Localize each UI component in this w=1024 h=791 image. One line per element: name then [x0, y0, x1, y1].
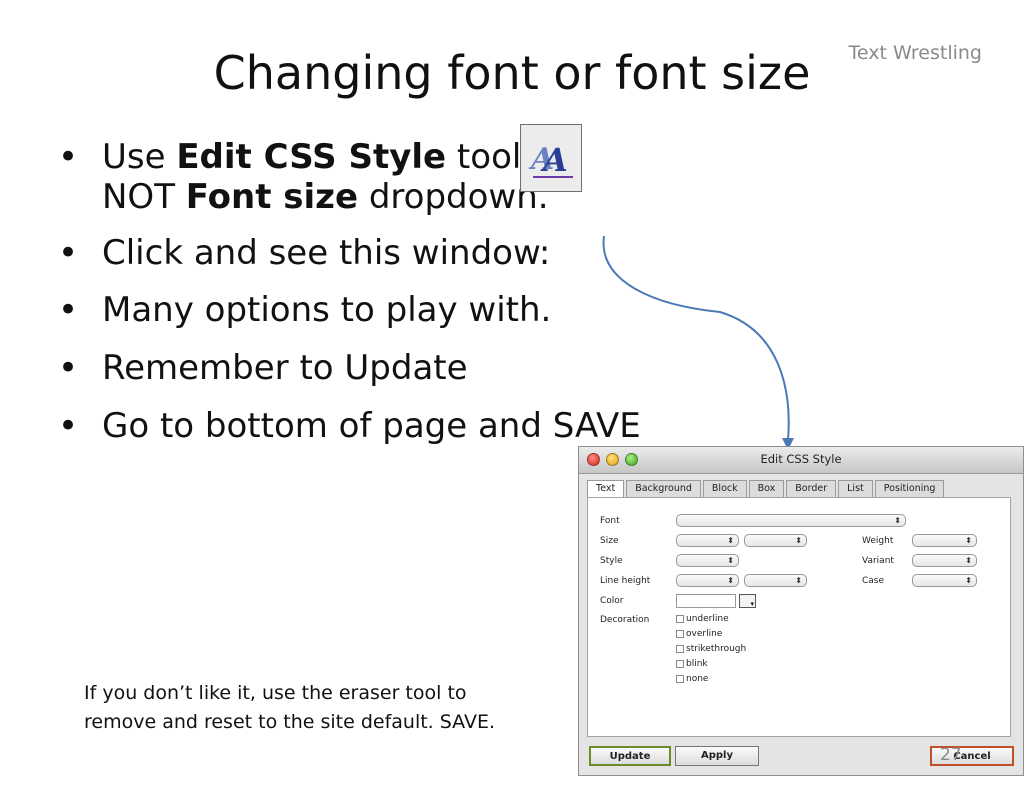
font-label: Font [600, 516, 620, 526]
style-select[interactable]: ⬍ [676, 554, 739, 567]
decoration-overline-checkbox[interactable]: overline [676, 629, 722, 639]
tab-box[interactable]: Box [748, 480, 785, 497]
decoration-strikethrough-checkbox[interactable]: strikethrough [676, 644, 746, 654]
decoration-none-checkbox[interactable]: none [676, 674, 708, 684]
color-input[interactable] [676, 594, 736, 608]
tab-background[interactable]: Background [626, 480, 701, 497]
select-arrow-icon: ⬍ [727, 576, 734, 585]
slide-number: 27 [940, 745, 962, 765]
weight-select[interactable]: ⬍ [912, 534, 977, 547]
line-height-label: Line height [600, 576, 651, 586]
tab-border[interactable]: Border [786, 480, 837, 497]
variant-label: Variant [862, 556, 894, 566]
size-select[interactable]: ⬍ [676, 534, 739, 547]
weight-label: Weight [862, 536, 894, 546]
size-label: Size [600, 536, 619, 546]
checkbox-icon [676, 645, 684, 653]
line-height-select[interactable]: ⬍ [676, 574, 739, 587]
tab-positioning[interactable]: Positioning [874, 480, 945, 497]
apply-button[interactable]: Apply [675, 746, 759, 766]
tab-text[interactable]: Text [587, 480, 625, 497]
checkbox-icon [676, 615, 684, 623]
checkbox-icon [676, 675, 684, 683]
style-label: Style [600, 556, 623, 566]
edit-css-style-dialog: Edit CSS Style Text Background Block Box… [578, 446, 1024, 776]
select-arrow-icon: ⬍ [727, 556, 734, 565]
select-arrow-icon: ⬍ [795, 576, 802, 585]
select-arrow-icon: ⬍ [727, 536, 734, 545]
size-unit-select[interactable]: ⬍ [744, 534, 807, 547]
decoration-blink-checkbox[interactable]: blink [676, 659, 708, 669]
checkbox-icon [676, 630, 684, 638]
tab-list[interactable]: List [838, 480, 873, 497]
case-select[interactable]: ⬍ [912, 574, 977, 587]
tab-bar: Text Background Block Box Border List Po… [587, 480, 946, 497]
select-arrow-icon: ⬍ [795, 536, 802, 545]
color-label: Color [600, 596, 624, 606]
checkbox-icon [676, 660, 684, 668]
select-arrow-icon: ⬍ [965, 576, 972, 585]
tab-block[interactable]: Block [702, 480, 747, 497]
line-height-unit-select[interactable]: ⬍ [744, 574, 807, 587]
decoration-underline-checkbox[interactable]: underline [676, 614, 729, 624]
font-select[interactable]: ⬍ [676, 514, 906, 527]
variant-select[interactable]: ⬍ [912, 554, 977, 567]
dialog-titlebar: Edit CSS Style [579, 447, 1023, 474]
select-arrow-icon: ⬍ [965, 556, 972, 565]
chevron-down-icon: ▾ [750, 600, 754, 608]
color-picker-button[interactable]: ▾ [739, 594, 756, 608]
footnote: If you don’t like it, use the eraser too… [84, 682, 495, 733]
case-label: Case [862, 576, 885, 586]
dialog-title: Edit CSS Style [760, 452, 842, 466]
text-settings-panel: Font ⬍ Size ⬍ ⬍ Weight ⬍ Style ⬍ Variant… [587, 497, 1011, 737]
select-arrow-icon: ⬍ [894, 516, 901, 525]
decoration-label: Decoration [600, 615, 650, 625]
update-button[interactable]: Update [589, 746, 671, 766]
select-arrow-icon: ⬍ [965, 536, 972, 545]
